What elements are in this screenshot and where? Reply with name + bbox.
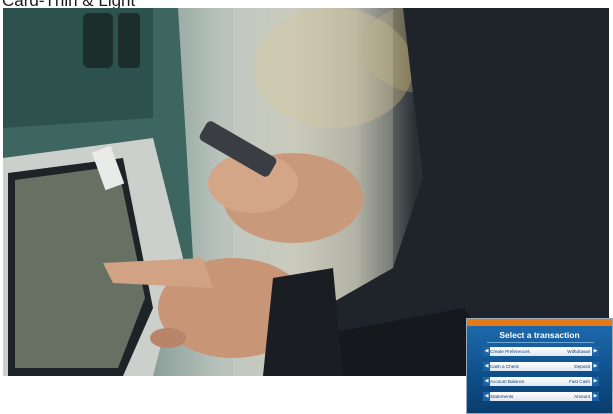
option-create-preferences[interactable]: ◀ Create Preferences — [483, 347, 543, 356]
option-label: Amount — [574, 394, 590, 399]
atm-screen-inset: Select a transaction ◀ Create Preference… — [466, 318, 613, 414]
option-label: Account Balance — [490, 379, 525, 384]
option-statements[interactable]: ◀ Statements — [483, 392, 543, 401]
option-label: Deposit — [574, 364, 590, 369]
option-cash-a-check[interactable]: ◀ Cash a Check — [483, 362, 543, 371]
atm-screen-title: Select a transaction — [499, 330, 580, 340]
option-label: Statements — [490, 394, 514, 399]
option-amount[interactable]: Amount ▶ — [539, 392, 599, 401]
right-arrow-icon: ▶ — [592, 362, 599, 371]
option-withdrawal[interactable]: Withdrawal ▶ — [539, 347, 599, 356]
option-label: Withdrawal — [567, 349, 590, 354]
option-fast-cash[interactable]: Fast Cash ▶ — [539, 377, 599, 386]
option-label: Create Preferences — [490, 349, 530, 354]
left-arrow-icon: ◀ — [483, 392, 490, 401]
right-arrow-icon: ▶ — [592, 347, 599, 356]
option-label: Fast Cash — [569, 379, 590, 384]
right-arrow-icon: ▶ — [592, 377, 599, 386]
option-deposit[interactable]: Deposit ▶ — [539, 362, 599, 371]
atm-title-bar — [467, 319, 612, 326]
option-account-balance[interactable]: ◀ Account Balance — [483, 377, 543, 386]
left-arrow-icon: ◀ — [483, 377, 490, 386]
left-arrow-icon: ◀ — [483, 347, 490, 356]
option-label: Cash a Check — [490, 364, 519, 369]
atm-divider — [487, 342, 594, 343]
right-arrow-icon: ▶ — [592, 392, 599, 401]
left-arrow-icon: ◀ — [483, 362, 490, 371]
